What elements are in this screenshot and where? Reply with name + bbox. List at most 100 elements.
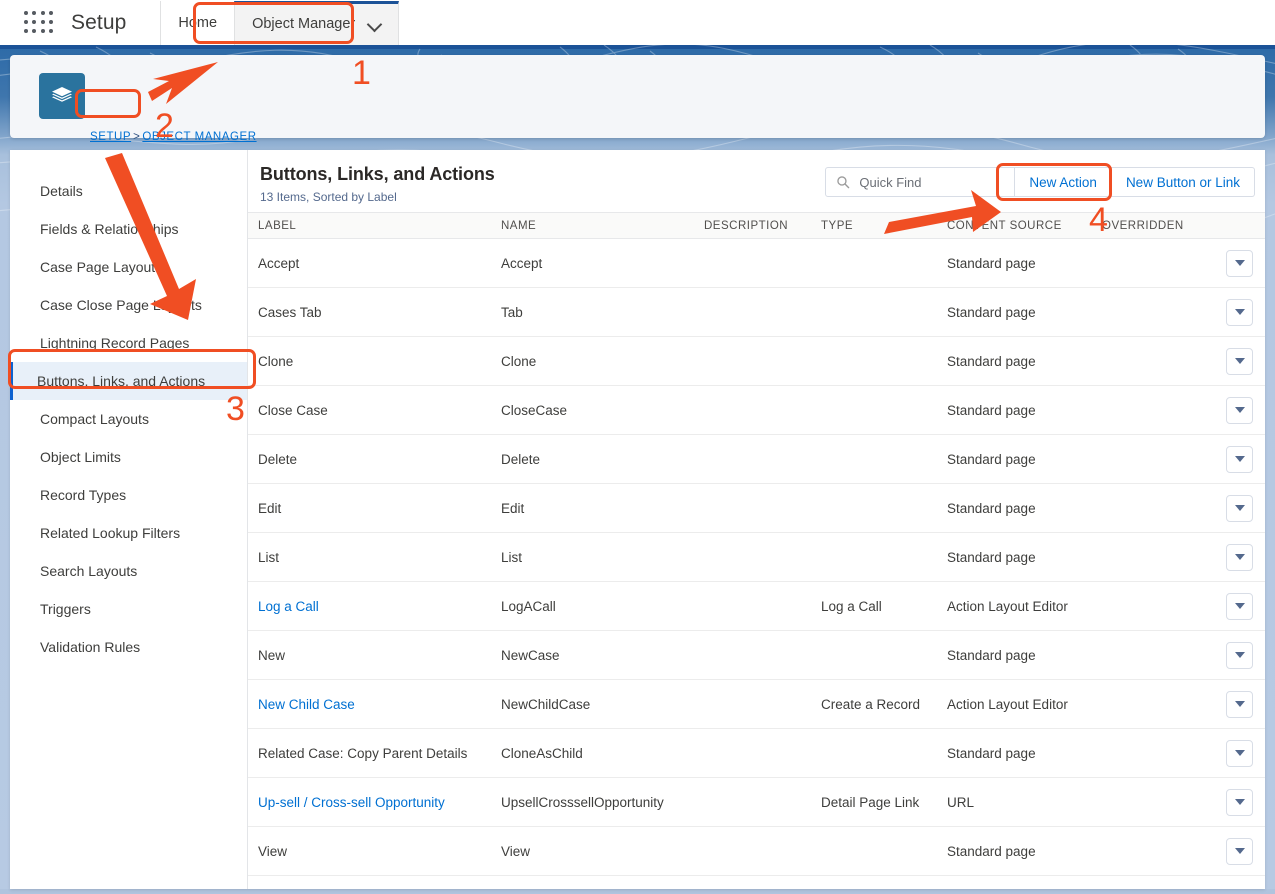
table-row: New NewCase Standard page: [248, 630, 1265, 680]
column-header-name[interactable]: NAME: [491, 212, 694, 239]
column-header-actions: [1210, 212, 1265, 239]
cell-content-source: URL: [937, 777, 1092, 827]
row-dropdown-chevron-down-icon[interactable]: [1226, 298, 1253, 326]
buttons-links-actions-table: LABEL NAME DESCRIPTION TYPE CONTENT SOUR…: [248, 212, 1265, 876]
row-label-link[interactable]: New Child Case: [258, 697, 355, 712]
cell-name: View: [491, 826, 694, 876]
cell-description: [694, 336, 811, 386]
table-row: Log a Call LogACall Log a Call Action Layou…: [248, 581, 1265, 631]
breadcrumb[interactable]: SETUP > OBJECT MANAGER: [90, 131, 257, 143]
cell-row-actions: [1210, 336, 1265, 386]
cell-label: View: [248, 826, 491, 876]
tab-home[interactable]: Home: [161, 1, 234, 45]
sidebar-item-details[interactable]: Details: [10, 172, 247, 210]
row-label-link[interactable]: Up-sell / Cross-sell Opportunity: [258, 795, 445, 810]
sidebar-item-buttons-links-and-actions[interactable]: Buttons, Links, and Actions: [10, 362, 247, 400]
sidebar-item-related-lookup-filters[interactable]: Related Lookup Filters: [10, 514, 247, 552]
sidebar-item-label: Lightning Record Pages: [40, 335, 190, 351]
cell-type: [811, 728, 937, 778]
cell-label: Delete: [248, 434, 491, 484]
cell-overridden: [1092, 385, 1210, 435]
row-dropdown-chevron-down-icon[interactable]: [1226, 690, 1253, 718]
cell-overridden: [1092, 679, 1210, 729]
row-dropdown-chevron-down-icon[interactable]: [1226, 347, 1253, 375]
cell-row-actions: [1210, 287, 1265, 337]
cell-name: NewChildCase: [491, 679, 694, 729]
column-header-description[interactable]: DESCRIPTION: [694, 212, 811, 239]
cell-name: Tab: [491, 287, 694, 337]
row-dropdown-chevron-down-icon[interactable]: [1226, 739, 1253, 767]
cell-name: Delete: [491, 434, 694, 484]
table-row: Related Case: Copy Parent Details CloneAs…: [248, 728, 1265, 778]
new-action-button[interactable]: New Action: [1015, 167, 1112, 197]
cell-description: [694, 434, 811, 484]
row-dropdown-chevron-down-icon[interactable]: [1226, 249, 1253, 277]
table-row: List List Standard page: [248, 532, 1265, 582]
row-dropdown-chevron-down-icon[interactable]: [1226, 543, 1253, 571]
cell-label[interactable]: Up-sell / Cross-sell Opportunity: [248, 777, 491, 827]
sidebar-item-label: Details: [40, 183, 83, 199]
cell-row-actions: [1210, 385, 1265, 435]
cell-overridden: [1092, 287, 1210, 337]
cell-overridden: [1092, 434, 1210, 484]
table-row: New Child Case NewChildCase Create a Recor…: [248, 679, 1265, 729]
cell-label[interactable]: New Child Case: [248, 679, 491, 729]
row-dropdown-chevron-down-icon[interactable]: [1226, 592, 1253, 620]
cell-label[interactable]: Log a Call: [248, 581, 491, 631]
sidebar-item-fields-relationships[interactable]: Fields & Relationships: [10, 210, 247, 248]
sidebar-item-validation-rules[interactable]: Validation Rules: [10, 628, 247, 666]
cell-description: [694, 826, 811, 876]
sidebar-item-record-types[interactable]: Record Types: [10, 476, 247, 514]
table-row: Cases Tab Tab Standard page: [248, 287, 1265, 337]
sidebar-item-lightning-record-pages[interactable]: Lightning Record Pages: [10, 324, 247, 362]
cell-row-actions: [1210, 434, 1265, 484]
sidebar-item-label: Case Page Layouts: [40, 259, 163, 275]
cell-name: Clone: [491, 336, 694, 386]
row-dropdown-chevron-down-icon[interactable]: [1226, 396, 1253, 424]
app-launcher-grid-icon[interactable]: [24, 10, 54, 35]
table-row: Clone Clone Standard page: [248, 336, 1265, 386]
cell-label: New: [248, 630, 491, 680]
sidebar-item-compact-layouts[interactable]: Compact Layouts: [10, 400, 247, 438]
cell-row-actions: [1210, 483, 1265, 533]
row-dropdown-chevron-down-icon[interactable]: [1226, 837, 1253, 865]
cell-row-actions: [1210, 777, 1265, 827]
content-header-actions: New Action New Button or Link: [825, 167, 1255, 197]
column-header-type[interactable]: TYPE: [811, 212, 937, 239]
search-input[interactable]: [859, 174, 1000, 190]
sidebar-item-search-layouts[interactable]: Search Layouts: [10, 552, 247, 590]
row-dropdown-chevron-down-icon[interactable]: [1226, 641, 1253, 669]
quick-find-search-box[interactable]: [825, 167, 1016, 197]
cell-overridden: [1092, 630, 1210, 680]
tab-object-manager[interactable]: Object Manager: [234, 0, 400, 45]
column-header-content-source[interactable]: CONTENT SOURCE: [937, 212, 1092, 239]
row-dropdown-chevron-down-icon[interactable]: [1226, 788, 1253, 816]
sidebar-item-case-page-layouts[interactable]: Case Page Layouts: [10, 248, 247, 286]
column-header-label[interactable]: LABEL: [248, 212, 491, 239]
row-dropdown-chevron-down-icon[interactable]: [1226, 494, 1253, 522]
cell-type: [811, 238, 937, 288]
cell-type: [811, 385, 937, 435]
breadcrumb-object-manager[interactable]: OBJECT MANAGER: [142, 131, 256, 143]
row-dropdown-chevron-down-icon[interactable]: [1226, 445, 1253, 473]
cell-type: [811, 826, 937, 876]
cell-overridden: [1092, 336, 1210, 386]
sidebar-item-label: Validation Rules: [40, 639, 141, 655]
cell-name: Edit: [491, 483, 694, 533]
sidebar-item-triggers[interactable]: Triggers: [10, 590, 247, 628]
table-row: Close Case CloseCase Standard page: [248, 385, 1265, 435]
cell-row-actions: [1210, 826, 1265, 876]
column-header-overridden[interactable]: OVERRIDDEN: [1092, 212, 1210, 239]
cell-type: [811, 483, 937, 533]
cell-name: NewCase: [491, 630, 694, 680]
cell-label: Related Case: Copy Parent Details: [248, 728, 491, 778]
sidebar-item-object-limits[interactable]: Object Limits: [10, 438, 247, 476]
new-button-or-link-button[interactable]: New Button or Link: [1111, 167, 1255, 197]
table-row: Edit Edit Standard page: [248, 483, 1265, 533]
row-label-link[interactable]: Log a Call: [258, 599, 319, 614]
sidebar-item-case-close-page-layouts[interactable]: Case Close Page Layouts: [10, 286, 247, 324]
cell-content-source: Standard page: [937, 483, 1092, 533]
cell-content-source: Standard page: [937, 238, 1092, 288]
cell-label: Accept: [248, 238, 491, 288]
breadcrumb-setup[interactable]: SETUP: [90, 131, 131, 143]
